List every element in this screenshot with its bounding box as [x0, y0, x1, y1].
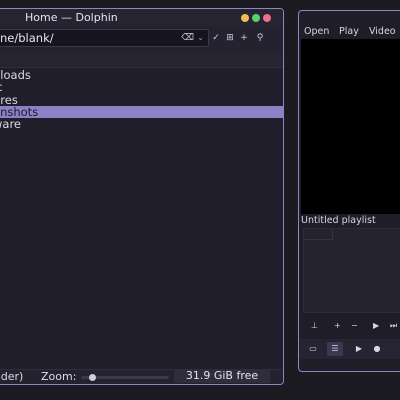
- maximize-button[interactable]: [252, 14, 260, 22]
- menu-open[interactable]: Open: [304, 26, 329, 37]
- status-text: older): [0, 370, 24, 383]
- next-icon[interactable]: ⏭: [390, 321, 397, 331]
- player-bottombar: ▭ ☰ ▶ ●: [299, 339, 400, 359]
- dolphin-titlebar[interactable]: Home — Dolphin: [0, 9, 283, 26]
- menu-video[interactable]: Video: [369, 26, 396, 37]
- playlist-header[interactable]: [304, 229, 333, 240]
- search-icon[interactable]: ⚲: [253, 31, 267, 45]
- column-header[interactable]: [0, 53, 283, 68]
- zoom-slider[interactable]: [81, 374, 169, 381]
- zoom-slider-handle[interactable]: [88, 374, 96, 381]
- free-space-indicator[interactable]: 31.9 GiB free: [174, 369, 270, 383]
- play-icon[interactable]: ▶: [373, 321, 379, 330]
- dolphin-toolbar: ne/blank/ ⌫ ⌄ ✓ ⊞ + ⚲: [0, 26, 283, 53]
- playlist-title: Untitled playlist: [301, 215, 376, 226]
- file-item-software[interactable]: ware: [0, 118, 283, 131]
- grid-icon[interactable]: ⊞: [223, 31, 237, 45]
- record-icon[interactable]: ●: [369, 342, 385, 356]
- playlist[interactable]: [303, 228, 400, 313]
- file-list: nloads ic ures enshots ware: [0, 69, 283, 130]
- list-icon[interactable]: ☰: [327, 342, 343, 356]
- dolphin-window: Home — Dolphin ne/blank/ ⌫ ⌄ ✓ ⊞ + ⚲ nlo…: [0, 8, 284, 385]
- location-path: ne/blank/: [0, 31, 54, 45]
- window-title: Home — Dolphin: [25, 11, 118, 24]
- close-button[interactable]: [263, 14, 271, 22]
- file-item-pictures[interactable]: ures: [0, 93, 283, 106]
- file-item-screenshots[interactable]: enshots: [0, 106, 283, 118]
- add-icon[interactable]: ⊥: [311, 321, 318, 330]
- play-icon[interactable]: ▶: [351, 342, 367, 356]
- minus-icon[interactable]: −: [351, 321, 358, 330]
- player-menubar: Open Play Video: [299, 25, 400, 39]
- plus-icon[interactable]: +: [334, 321, 341, 330]
- location-bar[interactable]: ne/blank/ ⌫ ⌄: [0, 29, 209, 47]
- check-icon[interactable]: ✓: [209, 31, 223, 45]
- chevron-down-icon[interactable]: ⌄: [197, 30, 204, 46]
- clear-icon[interactable]: ⌫: [181, 30, 194, 46]
- menu-play[interactable]: Play: [339, 26, 359, 37]
- media-player-window: Open Play Video Untitled playlist ⊥ + − …: [298, 10, 400, 372]
- file-item-downloads[interactable]: nloads: [0, 69, 283, 82]
- video-area[interactable]: [301, 39, 400, 214]
- file-item-music[interactable]: ic: [0, 81, 283, 94]
- minimize-button[interactable]: [241, 14, 249, 22]
- playlist-icon[interactable]: ▭: [305, 342, 321, 356]
- status-bar: older) Zoom: 31.9 GiB free: [0, 369, 283, 384]
- zoom-label: Zoom:: [41, 370, 77, 383]
- plus-icon[interactable]: +: [237, 31, 251, 45]
